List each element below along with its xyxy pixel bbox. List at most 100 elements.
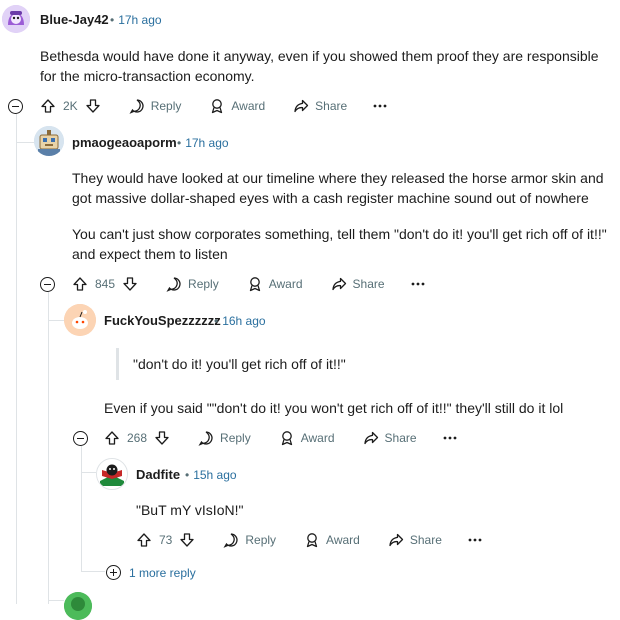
downvote-icon[interactable] [154, 430, 170, 446]
reply-icon [223, 533, 238, 548]
share-button[interactable]: Share [388, 532, 442, 548]
partial-avatar-icon [64, 592, 92, 620]
reply-button[interactable]: Reply [198, 430, 251, 446]
award-icon [212, 99, 223, 114]
more-options-button[interactable] [443, 436, 457, 440]
default-snoo-avatar-icon [64, 304, 96, 336]
comment-paragraph: You can't just show corporates something… [72, 226, 607, 262]
timestamp-text: 17h ago [185, 136, 229, 150]
reply-button[interactable]: Reply [223, 532, 276, 548]
vote-count: 73 [159, 533, 173, 547]
vote-controls: 845 [72, 276, 138, 292]
robot-avatar-icon [34, 126, 64, 156]
ellipsis-icon [443, 436, 456, 440]
vote-count: 845 [95, 277, 116, 291]
share-icon [389, 533, 403, 547]
comment-timestamp[interactable]: • 17h ago [177, 136, 229, 150]
comment-paragraph: They would have looked at our timeline w… [72, 170, 604, 206]
upvote-icon[interactable] [136, 532, 152, 548]
more-options-button[interactable] [468, 538, 482, 542]
share-icon [331, 277, 346, 291]
timestamp-text: 17h ago [118, 13, 162, 27]
more-replies-label: 1 more reply [129, 565, 196, 580]
avatar[interactable] [64, 304, 96, 336]
downvote-icon[interactable] [85, 98, 101, 114]
reply-label: Reply [150, 99, 182, 113]
award-button[interactable]: Award [304, 532, 360, 548]
reply-label: Reply [220, 431, 251, 445]
collapse-thread-button[interactable] [40, 277, 55, 292]
share-label: Share [384, 431, 417, 445]
comment-body: They would have looked at our timeline w… [72, 168, 612, 264]
separator-dot: • [110, 13, 115, 27]
collapse-thread-button[interactable] [73, 431, 88, 446]
ellipsis-icon [411, 282, 424, 286]
reply-label: Reply [188, 277, 219, 291]
share-button[interactable]: Share [331, 276, 385, 292]
share-icon [363, 431, 378, 445]
vote-count: 268 [127, 431, 148, 445]
comment-username[interactable]: pmaogeaoaporm [72, 135, 177, 150]
reply-icon [166, 277, 181, 292]
comment-actions: 73 Reply Award Share [136, 528, 482, 552]
reply-button[interactable]: Reply [166, 276, 219, 292]
comment-timestamp[interactable]: • 17h ago [110, 13, 162, 27]
vote-controls: 2K [40, 98, 101, 114]
more-options-button[interactable] [373, 104, 387, 108]
share-label: Share [409, 533, 442, 547]
separator-dot: • [177, 136, 182, 150]
comment-timestamp[interactable]: • 15h ago [185, 468, 237, 482]
award-button[interactable]: Award [279, 430, 335, 446]
thread-connector [48, 320, 64, 321]
vote-controls: 268 [104, 430, 170, 446]
award-button[interactable]: Award [209, 98, 265, 114]
award-label: Award [300, 431, 335, 445]
share-button[interactable]: Share [293, 98, 347, 114]
comment-timestamp[interactable]: • 16h ago [214, 314, 266, 328]
award-button[interactable]: Award [247, 276, 303, 292]
vote-controls: 73 [136, 532, 195, 548]
comment-username[interactable]: Dadfite [136, 467, 180, 482]
award-icon [249, 277, 260, 292]
thread-connector [48, 600, 64, 601]
comment-actions: 845 Reply Award Share [72, 272, 425, 296]
comment-paragraph: Bethesda would have done it anyway, even… [40, 48, 599, 84]
share-icon [294, 99, 309, 113]
thread-connector [16, 142, 34, 143]
award-label: Award [326, 533, 360, 547]
thread-line-level3 [81, 444, 82, 572]
comment-actions: 268 Reply Award Share [104, 426, 457, 450]
upvote-icon[interactable] [40, 98, 56, 114]
timestamp-text: 15h ago [193, 468, 237, 482]
share-button[interactable]: Share [363, 430, 417, 446]
thread-line-level1 [16, 112, 17, 604]
award-label: Award [268, 277, 303, 291]
ellipsis-icon [468, 538, 482, 542]
more-options-button[interactable] [411, 282, 425, 286]
ellipsis-icon [373, 104, 387, 108]
collapse-thread-button[interactable] [8, 99, 23, 114]
avatar[interactable] [34, 126, 64, 156]
avatar[interactable] [96, 458, 128, 490]
downvote-icon[interactable] [179, 532, 195, 548]
reply-icon [198, 431, 213, 446]
vote-count: 2K [63, 99, 78, 113]
separator-dot: • [214, 314, 219, 328]
more-replies-button[interactable]: 1 more reply [106, 565, 196, 580]
comment-username[interactable]: FuckYouSpezzzzzz [104, 313, 221, 328]
award-icon [281, 431, 292, 446]
separator-dot: • [185, 468, 190, 482]
reply-label: Reply [245, 533, 277, 547]
reply-button[interactable]: Reply [129, 98, 182, 114]
avatar[interactable] [64, 592, 92, 620]
comment-body: "BuT mY vIsIoN!" [136, 500, 606, 520]
downvote-icon[interactable] [122, 276, 138, 292]
upvote-icon[interactable] [104, 430, 120, 446]
comment-username[interactable]: Blue-Jay42 [40, 12, 109, 27]
thread-connector [81, 472, 96, 473]
avatar[interactable] [2, 5, 30, 33]
reply-icon [129, 99, 144, 114]
timestamp-text: 16h ago [222, 314, 266, 328]
custom-avatar-icon [97, 459, 127, 489]
upvote-icon[interactable] [72, 276, 88, 292]
